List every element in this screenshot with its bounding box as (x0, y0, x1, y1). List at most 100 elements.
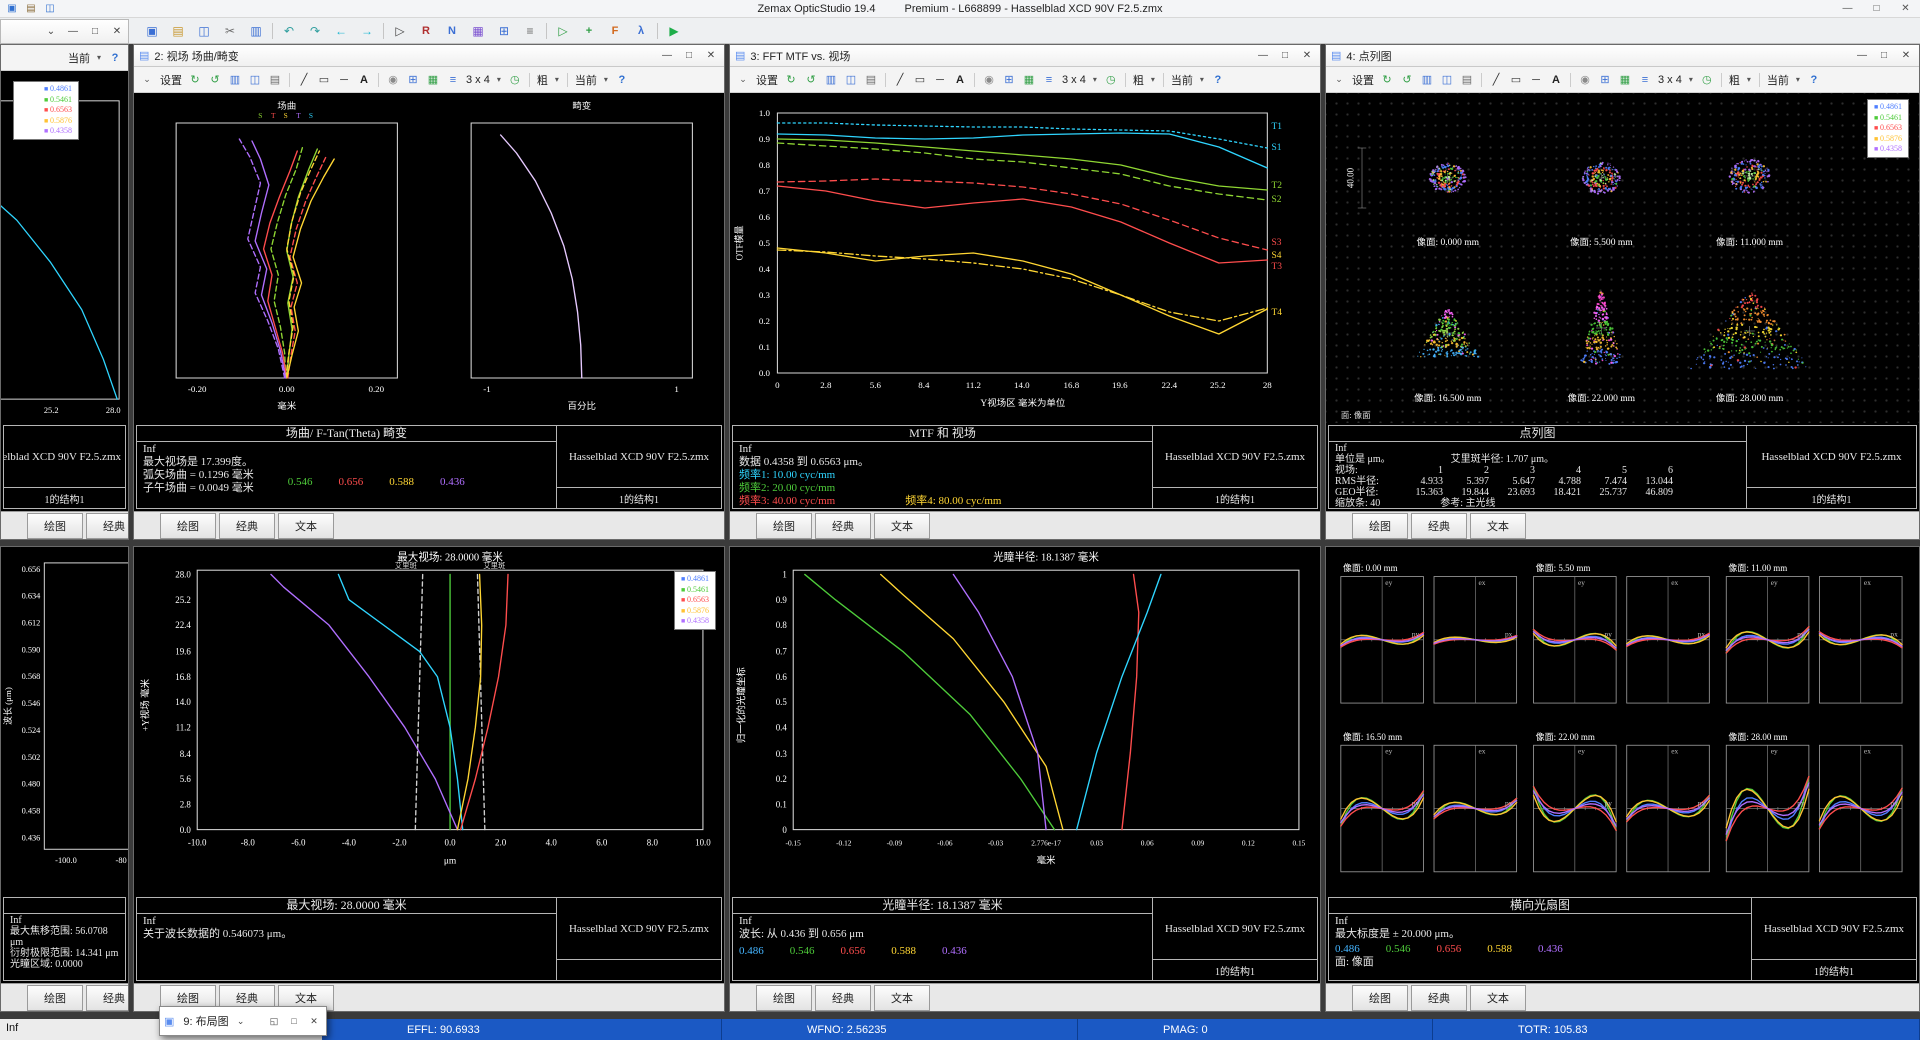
update-icon[interactable]: ↻ (782, 73, 800, 86)
app-close-button[interactable]: ✕ (1891, 3, 1920, 14)
app-minimize-button[interactable]: — (1833, 3, 1862, 14)
line-thickness-select[interactable]: 粗 (1727, 72, 1742, 88)
copy-icon[interactable]: ▥ (1418, 73, 1436, 86)
auto-update-icon[interactable]: ◷ (1698, 73, 1716, 86)
view-tab[interactable]: 绘图 (1352, 513, 1408, 539)
maximize-button[interactable]: □ (286, 1016, 302, 1026)
configuration-select[interactable]: 当前 (1169, 72, 1195, 88)
ray-database-icon[interactable]: R (416, 25, 436, 37)
help-icon[interactable]: ? (1209, 74, 1227, 86)
save-file-icon[interactable]: ◫ (194, 24, 214, 38)
open-file-icon[interactable]: ▤ (168, 24, 188, 38)
settings-button[interactable]: 设置 (754, 72, 780, 88)
copy-icon[interactable]: ▥ (226, 73, 244, 86)
run-macro-icon[interactable]: ▶ (664, 24, 684, 38)
overlay-icon[interactable]: ≡ (1040, 74, 1058, 86)
line-thickness-select[interactable]: 粗 (535, 72, 550, 88)
view-tab[interactable]: 文本 (278, 513, 334, 539)
window1-titlebar[interactable]: ⌄ — □ ✕ (0, 19, 129, 44)
save-icon[interactable]: ◫ (246, 73, 264, 86)
configuration-caret-icon[interactable]: ▾ (1793, 75, 1803, 84)
restore-button[interactable]: □ (1274, 50, 1296, 61)
draw-line-icon[interactable]: ╱ (1487, 73, 1505, 86)
draw-text-icon[interactable]: A (951, 74, 969, 86)
window1-pin-icon[interactable]: ⌄ (40, 26, 62, 37)
update-all-icon[interactable]: ↺ (802, 73, 820, 86)
grid-icon[interactable]: ⊞ (1000, 73, 1018, 86)
update-icon[interactable]: ↻ (186, 73, 204, 86)
grid-icon[interactable]: ⊞ (404, 73, 422, 86)
forward-icon[interactable]: → (357, 24, 377, 38)
grid-size-select[interactable]: 3 x 4 (1656, 74, 1684, 86)
draw-rectangle-icon[interactable]: ▭ (1507, 73, 1525, 86)
settings-caret-icon[interactable]: ⌄ (233, 1016, 249, 1027)
view-tab[interactable]: 文本 (1470, 513, 1526, 539)
view-tab[interactable]: 经典 (1411, 985, 1467, 1011)
copy-icon[interactable]: ▥ (246, 24, 266, 38)
editors-icon[interactable]: ≡ (520, 24, 540, 38)
field-editor-icon[interactable]: F (605, 25, 625, 37)
update-all-icon[interactable]: ↺ (1398, 73, 1416, 86)
view-tab[interactable]: 经典 (1411, 513, 1467, 539)
configuration-select[interactable]: 当前 (573, 72, 599, 88)
cut-icon[interactable]: ✂ (220, 24, 240, 38)
window1-minimize-button[interactable]: — (62, 26, 84, 37)
add-window-icon[interactable]: + (579, 25, 599, 37)
window-titlebar[interactable]: ▤ 4: 点列图 — □ ✕ (1326, 45, 1919, 67)
settings-button[interactable]: 设置 (1350, 72, 1376, 88)
configuration-select[interactable]: 当前 (1765, 72, 1791, 88)
settings-caret-icon[interactable]: ⌄ (1330, 74, 1348, 85)
view-tab[interactable]: 经典 (815, 513, 871, 539)
configuration-caret-icon[interactable]: ▾ (94, 53, 104, 62)
quick-open-icon[interactable]: ▤ (24, 3, 38, 14)
restore-button[interactable]: ◱ (266, 1016, 282, 1027)
grid-size-caret-icon[interactable]: ▾ (494, 75, 504, 84)
settings-caret-icon[interactable]: ⌄ (734, 74, 752, 85)
thickness-caret-icon[interactable]: ▾ (552, 75, 562, 84)
grid-icon[interactable]: ⊞ (1596, 73, 1614, 86)
view-tab[interactable]: 经典 (815, 985, 871, 1011)
view-tab[interactable]: 文本 (874, 985, 930, 1011)
lens-data-icon[interactable]: ▦ (468, 24, 488, 38)
window-titlebar[interactable]: ▤ 3: FFT MTF vs. 视场 — □ ✕ (730, 45, 1320, 67)
draw-line-icon[interactable]: ╱ (891, 73, 909, 86)
view-tab[interactable]: 绘图 (1352, 985, 1408, 1011)
settings-button[interactable]: 设置 (158, 72, 184, 88)
grid-size-caret-icon[interactable]: ▾ (1090, 75, 1100, 84)
draw-rectangle-icon[interactable]: ▭ (911, 73, 929, 86)
ray-trace-icon[interactable]: ▷ (390, 24, 410, 38)
draw-rectangle-icon[interactable]: ▭ (315, 73, 333, 86)
close-button[interactable]: ✕ (1296, 50, 1318, 61)
print-icon[interactable]: ▤ (266, 73, 284, 86)
nsc-editor-icon[interactable]: N (442, 25, 462, 37)
pointer-icon[interactable]: ◉ (1576, 73, 1594, 86)
wavelength-editor-icon[interactable]: λ (631, 25, 651, 37)
draw-hline-icon[interactable]: ─ (1527, 74, 1545, 86)
view-tab[interactable]: 经典 (219, 513, 275, 539)
configuration-caret-icon[interactable]: ▾ (1197, 75, 1207, 84)
configuration-caret-icon[interactable]: ▾ (601, 75, 611, 84)
window1-restore-button[interactable]: □ (84, 26, 106, 37)
draw-text-icon[interactable]: A (1547, 74, 1565, 86)
table-icon[interactable]: ▦ (1020, 73, 1038, 86)
view-tab[interactable]: 绘图 (27, 513, 83, 539)
grid-size-select[interactable]: 3 x 4 (464, 74, 492, 86)
auto-update-icon[interactable]: ◷ (506, 73, 524, 86)
view-tab[interactable]: 经典 (86, 985, 128, 1011)
close-button[interactable]: ✕ (700, 50, 722, 61)
view-tab[interactable]: 文本 (1470, 985, 1526, 1011)
undo-icon[interactable]: ↶ (279, 24, 299, 38)
save-icon[interactable]: ◫ (1438, 73, 1456, 86)
redo-icon[interactable]: ↷ (305, 24, 325, 38)
minimize-button[interactable]: — (1252, 50, 1274, 61)
help-icon[interactable]: ? (106, 52, 124, 64)
view-tab[interactable]: 绘图 (756, 985, 812, 1011)
update-icon[interactable]: ↻ (1378, 73, 1396, 86)
draw-text-icon[interactable]: A (355, 74, 373, 86)
view-tab[interactable]: 文本 (874, 513, 930, 539)
view-tab[interactable]: 经典 (86, 513, 128, 539)
close-button[interactable]: ✕ (1895, 50, 1917, 61)
thickness-caret-icon[interactable]: ▾ (1744, 75, 1754, 84)
window-titlebar[interactable]: ▤ 2: 视场 场曲/畸变 — □ ✕ (134, 45, 724, 67)
update-all-icon[interactable]: ↺ (206, 73, 224, 86)
